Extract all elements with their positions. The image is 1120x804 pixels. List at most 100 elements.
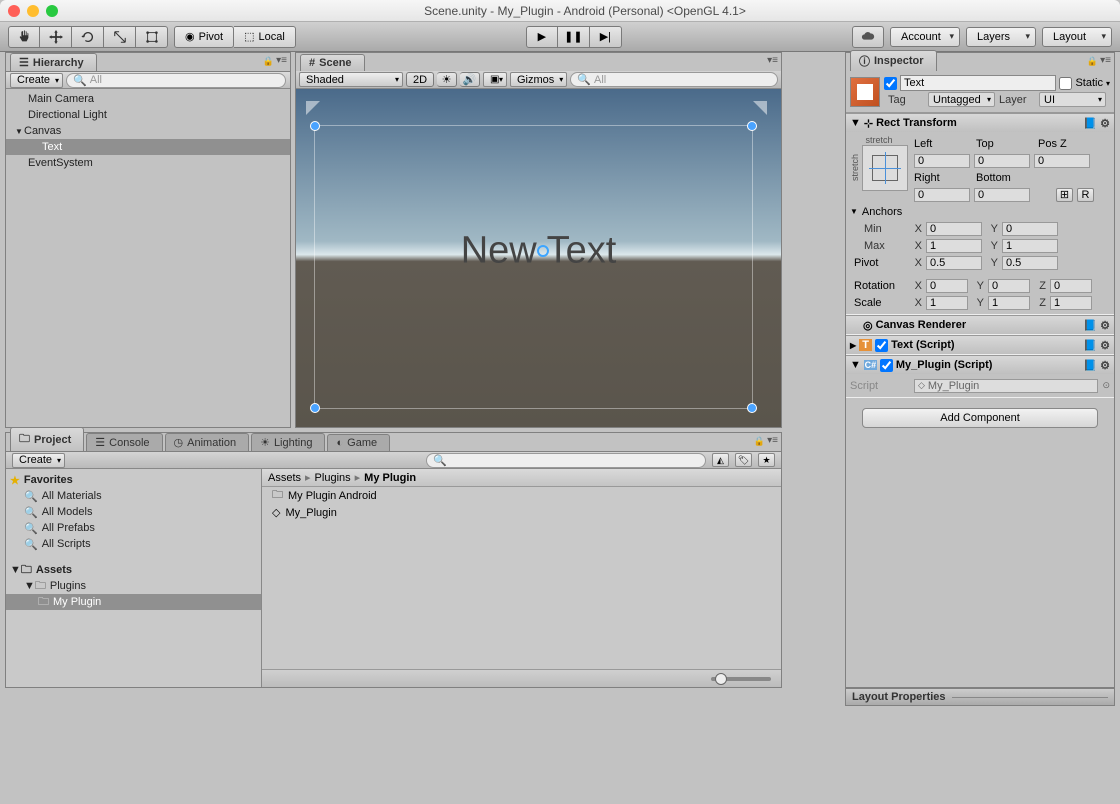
canvas-renderer-header[interactable]: ◎Canvas Renderer📘 [846,316,1114,334]
scale-x[interactable] [926,296,968,310]
project-menu[interactable]: ▾≡ [754,435,778,447]
inspector-menu[interactable]: ▾≡ [1087,55,1111,67]
rect-handle-tl[interactable] [310,121,320,131]
layout-dropdown[interactable]: Layout [1042,27,1112,47]
raw-edit-button[interactable]: R [1077,188,1094,202]
static-dropdown-icon[interactable]: ▾ [1106,79,1110,88]
anchor-min-y[interactable] [1002,222,1058,236]
rot-y[interactable] [988,279,1030,293]
bottom-input[interactable] [974,188,1030,202]
my-plugin-enabled-checkbox[interactable] [880,359,893,372]
tag-dropdown[interactable]: Untagged [928,92,995,107]
pause-button[interactable]: ❚❚ [558,26,590,48]
gameobject-active-checkbox[interactable] [884,77,897,90]
scene-view[interactable]: New Text [296,89,781,427]
project-tree-item[interactable]: 🗀My Plugin [6,594,261,610]
rotate-tool-button[interactable] [72,26,104,48]
scale-tool-button[interactable] [104,26,136,48]
help-icon[interactable]: 📘 [1083,117,1097,130]
project-create-dropdown[interactable]: Create [12,453,65,468]
draw-mode-dropdown[interactable]: Shaded [299,72,403,87]
scale-z[interactable] [1050,296,1092,310]
anchor-preset-button[interactable] [862,145,908,191]
right-input[interactable] [914,188,970,202]
hierarchy-menu[interactable]: ▾≡ [263,55,287,67]
object-picker-icon[interactable]: ⊙ [1102,380,1110,391]
project-tab[interactable]: 🗀Project [10,427,84,451]
static-checkbox[interactable] [1059,77,1072,90]
project-tree-item[interactable]: 🔍All Materials [6,488,261,504]
cloud-button[interactable] [852,26,884,48]
breadcrumb-item[interactable]: Assets [268,472,301,484]
handle-rotation-button[interactable]: ⬚Local [234,26,296,48]
project-tree-item[interactable]: 🔍All Scripts [6,536,261,552]
project-search-input[interactable]: 🔍 [426,453,706,468]
maximize-window-button[interactable] [46,5,58,17]
pivot-x[interactable] [926,256,982,270]
pivot-y[interactable] [1002,256,1058,270]
hierarchy-item[interactable]: Main Camera [6,91,290,107]
game-tab[interactable]: ◐Game [327,434,390,451]
thumbnail-size-slider[interactable] [711,677,771,681]
rect-handle-bl[interactable] [310,403,320,413]
scene-search-input[interactable]: 🔍All [570,72,778,87]
animation-tab[interactable]: ◷Animation [165,433,250,451]
account-dropdown[interactable]: Account [890,27,960,47]
asset-item[interactable]: ◇My_Plugin [262,504,781,521]
help-icon[interactable]: 📘 [1083,319,1097,332]
hierarchy-item[interactable]: EventSystem [6,155,290,171]
scale-y[interactable] [988,296,1030,310]
hierarchy-item[interactable]: Text [6,139,290,155]
inspector-tab[interactable]: ⓘInspector [850,50,937,71]
hierarchy-tab[interactable]: ☰Hierarchy [10,53,97,71]
rect-tool-button[interactable] [136,26,168,48]
console-tab[interactable]: ☰Console [86,433,162,451]
save-search-button[interactable]: ★ [758,453,775,467]
help-icon[interactable]: 📘 [1083,359,1097,372]
rot-z[interactable] [1050,279,1092,293]
asset-item[interactable]: 🗀My Plugin Android [262,487,781,504]
move-tool-button[interactable] [40,26,72,48]
script-field-value[interactable]: ◇My_Plugin [914,379,1098,393]
hand-tool-button[interactable] [8,26,40,48]
gameobject-icon[interactable] [850,77,880,107]
anchor-max-y[interactable] [1002,239,1058,253]
text-enabled-checkbox[interactable] [875,339,888,352]
left-input[interactable] [914,154,970,168]
audio-toggle[interactable]: 🔊 [460,72,480,87]
help-icon[interactable]: 📘 [1083,339,1097,352]
rect-transform-header[interactable]: ▼ ⊹ Rect Transform 📘 [846,114,1114,132]
breadcrumb-item[interactable]: Plugins [315,472,351,484]
blueprint-mode-button[interactable]: ⊞ [1056,188,1073,202]
gear-icon[interactable] [1100,359,1110,372]
text-script-header[interactable]: ▶TText (Script)📘 [846,336,1114,354]
anchors-fold[interactable]: ▼ [850,207,858,216]
hierarchy-item[interactable]: Directional Light [6,107,290,123]
gear-icon[interactable] [1100,117,1110,130]
breadcrumb-current[interactable]: My Plugin [364,472,416,484]
anchor-max-x[interactable] [926,239,982,253]
fold-icon[interactable]: ▼ [14,127,24,136]
play-button[interactable]: ▶ [526,26,558,48]
effects-dropdown[interactable]: ▣ [483,72,507,87]
add-component-button[interactable]: Add Component [862,408,1098,428]
gameobject-name-input[interactable] [900,75,1056,91]
hierarchy-search-input[interactable]: 🔍All [66,73,286,88]
top-input[interactable] [974,154,1030,168]
lighting-toggle[interactable]: ☀ [437,72,457,87]
gizmos-dropdown[interactable]: Gizmos [510,72,567,87]
step-button[interactable]: ▶| [590,26,622,48]
rect-handle-br[interactable] [747,403,757,413]
layers-dropdown[interactable]: Layers [966,27,1036,47]
close-window-button[interactable] [8,5,20,17]
minimize-window-button[interactable] [27,5,39,17]
layout-properties-header[interactable]: Layout Properties [845,688,1115,706]
anchor-min-x[interactable] [926,222,982,236]
project-tree-item[interactable]: 🔍All Prefabs [6,520,261,536]
scene-menu[interactable]: ▾≡ [767,55,778,66]
search-by-type-button[interactable]: ◭ [712,453,729,467]
project-tree-item[interactable]: ★Favorites [6,472,261,488]
project-tree-item[interactable]: 🔍All Models [6,504,261,520]
my-plugin-header[interactable]: ▼C#My_Plugin (Script)📘 [846,356,1114,374]
search-by-label-button[interactable]: 🏷 [735,453,752,467]
